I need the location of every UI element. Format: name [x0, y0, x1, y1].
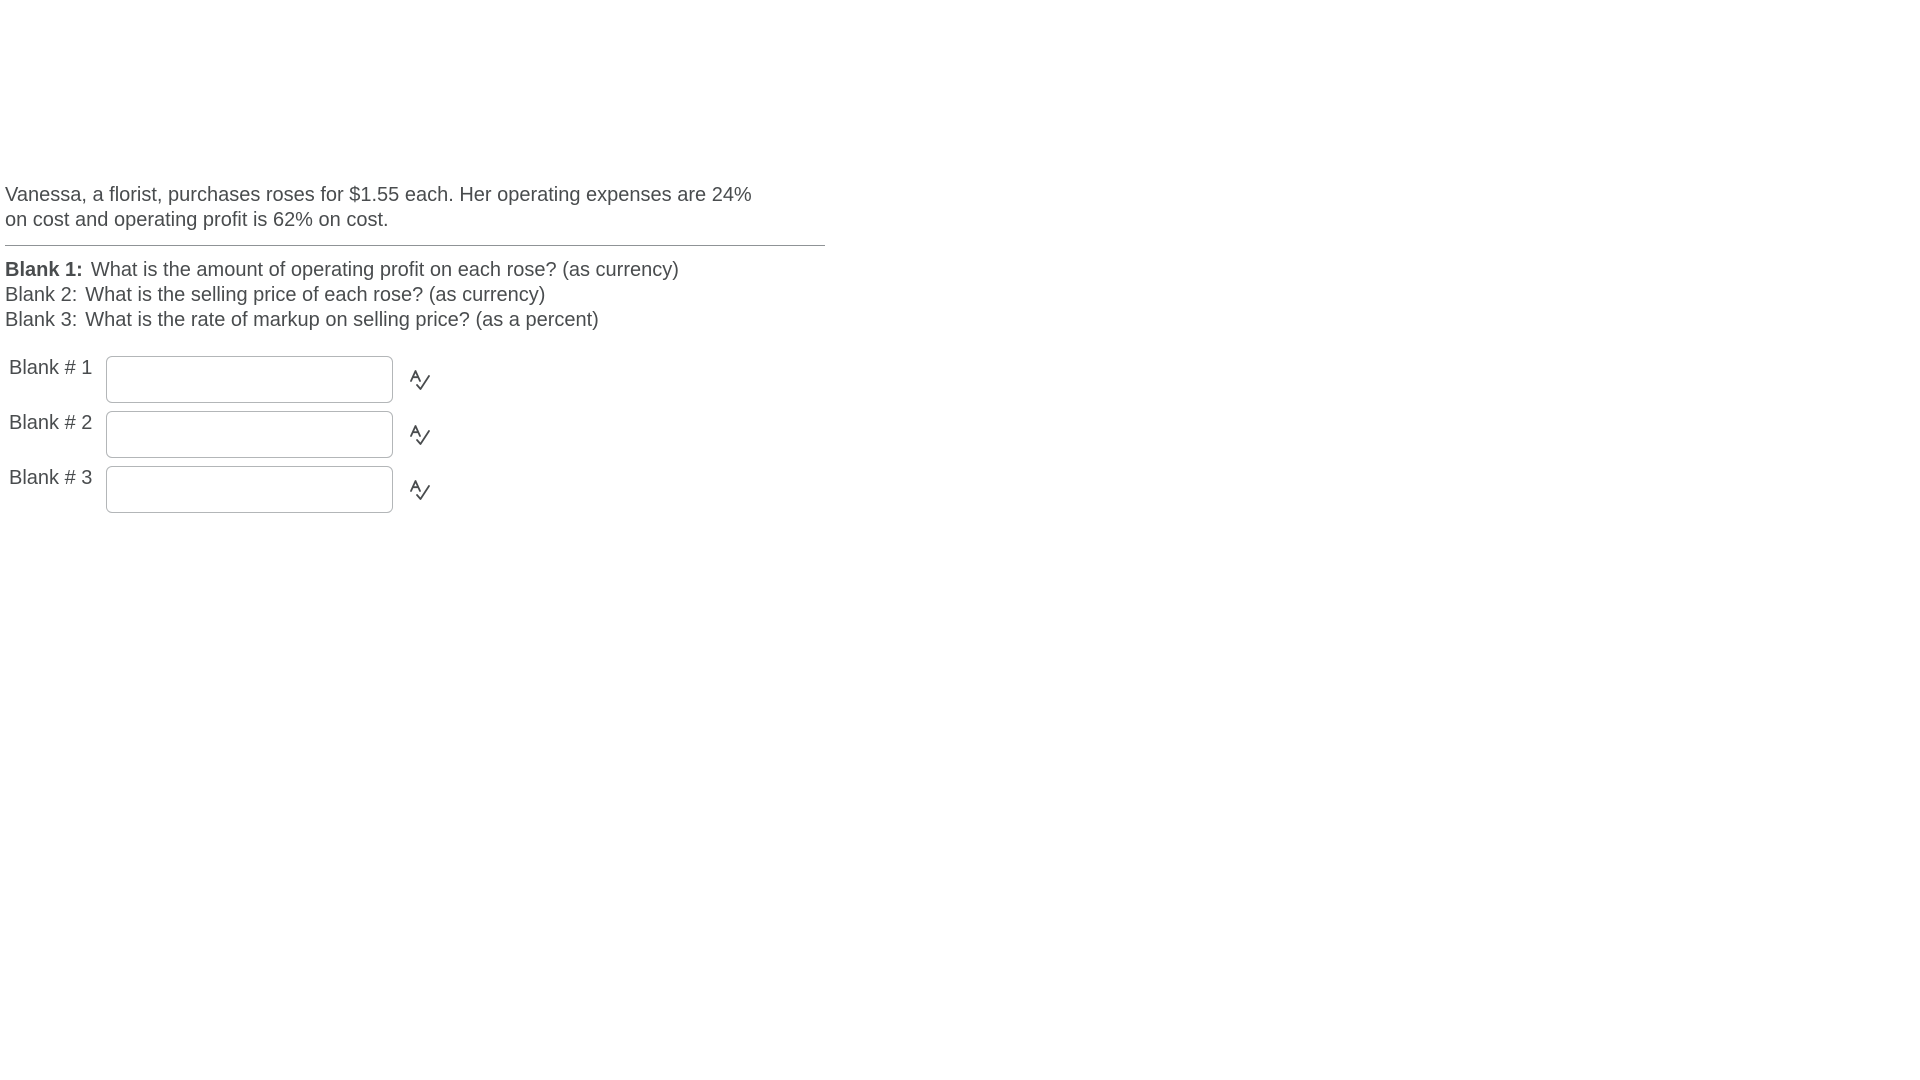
prompt-text: What is the selling price of each rose? …: [85, 284, 546, 306]
problem-text: Vanessa, a florist, purchases roses for …: [5, 183, 815, 233]
blank-row-3: Blank # 3: [9, 466, 439, 514]
blank-row-1: Blank # 1: [9, 356, 439, 404]
spellcheck-icon[interactable]: [408, 368, 432, 392]
prompt-blank-3: Blank 3: What is the rate of markup on se…: [5, 308, 825, 333]
prompt-text: What is the rate of markup on selling pr…: [85, 309, 599, 331]
prompt-label: Blank 2:: [5, 284, 78, 306]
blank-row-2: Blank # 2: [9, 411, 439, 459]
spellcheck-icon[interactable]: [408, 478, 432, 502]
prompt-blank-2: Blank 2: What is the selling price of eac…: [5, 283, 825, 308]
blank-label: Blank # 1: [9, 357, 93, 379]
problem-line-2: on cost and operating profit is 62% on c…: [5, 209, 389, 231]
blank-label: Blank # 2: [9, 412, 93, 434]
prompt-text: What is the amount of operating profit o…: [90, 259, 679, 281]
problem-line-1: Vanessa, a florist, purchases roses for …: [5, 184, 752, 206]
blank-3-input[interactable]: [106, 466, 393, 513]
question-container: Vanessa, a florist, purchases roses for …: [5, 183, 825, 333]
prompt-label: Blank 1:: [5, 259, 83, 281]
prompt-blank-1: Blank 1: What is the amount of operating …: [5, 258, 825, 283]
blank-1-input[interactable]: [106, 356, 393, 403]
prompt-label: Blank 3:: [5, 309, 78, 331]
blank-2-input[interactable]: [106, 411, 393, 458]
divider: [5, 245, 825, 246]
spellcheck-icon[interactable]: [408, 423, 432, 447]
blank-label: Blank # 3: [9, 467, 93, 489]
